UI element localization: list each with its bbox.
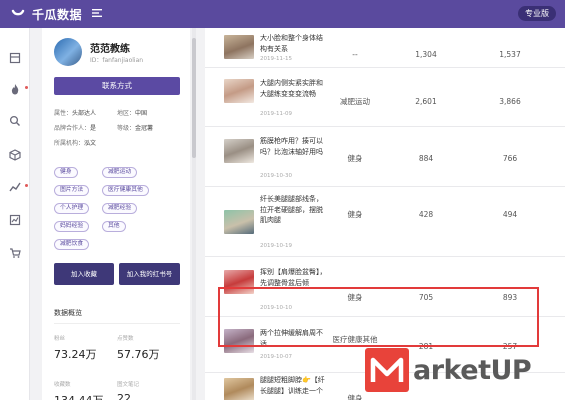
highlight-box xyxy=(218,287,539,347)
analysis-icon[interactable] xyxy=(9,214,21,226)
left-nav xyxy=(0,28,30,400)
menu-toggle-icon[interactable] xyxy=(91,7,103,19)
tag-medical-health-other[interactable]: 医疗健康其他 xyxy=(102,185,149,196)
attribute-level: 等级：金冠薯 xyxy=(117,125,154,132)
app-name: 千瓜数据 xyxy=(32,8,83,22)
table-row[interactable]: 大腿内侧实紧实胖和大腿练变变变流畅 2019-11-09 减肥运动 2,601 … xyxy=(205,68,565,127)
tag-other[interactable]: 其他 xyxy=(102,221,126,232)
note-date: 2019-11-09 xyxy=(260,111,292,117)
attribute-type: 属性：头部达人 xyxy=(54,110,97,117)
note-title[interactable]: 纤长美腿腿部线条，拉开老硬腿部，摆脱肌肉腿 xyxy=(260,194,328,226)
search-icon[interactable] xyxy=(9,115,21,127)
note-category: 健身 xyxy=(347,154,363,163)
note-value-a: 1,304 xyxy=(415,50,437,59)
note-value-b: 1,537 xyxy=(499,50,521,59)
tag-weight-loss-experience[interactable]: 减肥经验 xyxy=(102,203,138,214)
stat-fans-label: 粉丝 xyxy=(54,336,66,342)
note-value-b: 3,866 xyxy=(499,97,521,106)
note-value-a: 2,601 xyxy=(415,97,437,106)
add-redbook-button[interactable]: 加入我的红书号 xyxy=(119,263,180,285)
flame-icon[interactable] xyxy=(9,83,21,95)
overview-title: 数据概览 xyxy=(54,309,82,317)
attribute-brand-partner: 品牌合作人：是 xyxy=(54,125,97,132)
avatar xyxy=(54,38,82,66)
table-row[interactable]: 大小脸和整个身体结构有关系 2019-11-15 -- 1,304 1,537 xyxy=(205,28,565,68)
profile-panel: 范范教练 ID：fanfanjiaolian 联系方式 属性：头部达人 地区：中… xyxy=(42,28,190,400)
chart-icon[interactable] xyxy=(9,181,21,193)
stat-notes-value: 22 xyxy=(117,392,131,400)
stat-likes-value: 57.76万 xyxy=(117,348,160,361)
attribute-agency: 所属机构：泓文 xyxy=(54,140,97,147)
watermark-logo xyxy=(365,348,409,392)
tag-fitness[interactable]: 健身 xyxy=(54,167,78,178)
stat-notes-label: 图文笔记 xyxy=(117,382,140,388)
table-row[interactable]: 筋膜枪咋用？揍可以吗？比泡沫轴好用吗 2019-10-30 健身 884 766 xyxy=(205,127,565,187)
nav-alert-dot xyxy=(25,184,28,187)
note-thumbnail[interactable] xyxy=(224,210,254,234)
note-value-b: 494 xyxy=(502,210,518,219)
note-date: 2019-10-19 xyxy=(260,243,292,249)
tag-weight-loss-exercise[interactable]: 减肥运动 xyxy=(102,167,138,178)
note-value-a: 884 xyxy=(418,154,434,163)
dashboard-icon[interactable] xyxy=(9,52,21,64)
stat-collects-value: 134.44万 xyxy=(54,392,104,400)
note-category: -- xyxy=(352,50,358,59)
logo-icon xyxy=(11,9,25,16)
note-date: 2019-11-15 xyxy=(260,56,292,62)
note-thumbnail[interactable] xyxy=(224,378,254,400)
tag-diet[interactable]: 减肥饮食 xyxy=(54,239,90,250)
note-category: 减肥运动 xyxy=(340,97,370,106)
contact-button[interactable]: 联系方式 xyxy=(54,77,180,95)
table-row[interactable]: 纤长美腿腿部线条，拉开老硬腿部，摆脱肌肉腿 2019-10-19 健身 428 … xyxy=(205,187,565,257)
scroll-thumb[interactable] xyxy=(192,38,196,158)
note-thumbnail[interactable] xyxy=(224,139,254,163)
note-date: 2019-10-07 xyxy=(260,354,292,360)
stat-likes-label: 点赞数 xyxy=(117,336,134,342)
stat-fans-value: 73.24万 xyxy=(54,348,97,361)
stat-collects-label: 收藏数 xyxy=(54,382,71,388)
note-thumbnail[interactable] xyxy=(224,35,254,59)
cart-icon[interactable] xyxy=(9,247,21,259)
profile-name: 范范教练 xyxy=(90,44,130,55)
nav-alert-dot xyxy=(25,86,28,89)
note-title[interactable]: 腿腿短粗脚脖👉【纤长腿腿】训练走一个 xyxy=(260,375,328,396)
divider xyxy=(54,323,180,324)
profile-id: ID：fanfanjiaolian xyxy=(90,57,144,64)
note-value-a: 428 xyxy=(418,210,434,219)
tag-personal-care[interactable]: 个人护理 xyxy=(54,203,90,214)
watermark-text: arketUP xyxy=(413,355,532,386)
tag-picture-method[interactable]: 图片方法 xyxy=(54,185,90,196)
note-date: 2019-10-30 xyxy=(260,173,292,179)
note-title[interactable]: 大小脸和整个身体结构有关系 xyxy=(260,33,328,54)
note-title[interactable]: 挥别【肩爆脸盆臀】，先调整骨盆后倾 xyxy=(260,267,328,288)
note-category: 健身 xyxy=(347,394,363,400)
top-bar: 千瓜数据 专业版 xyxy=(0,0,565,28)
box-icon[interactable] xyxy=(9,149,21,161)
m-logo-icon xyxy=(370,357,404,382)
note-category: 健身 xyxy=(347,210,363,219)
note-title[interactable]: 筋膜枪咋用？揍可以吗？比泡沫轴好用吗 xyxy=(260,136,328,157)
scrollbar[interactable] xyxy=(192,28,196,400)
attribute-region: 地区：中国 xyxy=(117,110,148,117)
add-favorite-button[interactable]: 加入收藏 xyxy=(54,263,114,285)
note-thumbnail[interactable] xyxy=(224,79,254,103)
note-value-b: 766 xyxy=(502,154,518,163)
pro-version-badge[interactable]: 专业版 xyxy=(518,6,556,21)
note-title[interactable]: 大腿内侧实紧实胖和大腿练变变变流畅 xyxy=(260,78,328,99)
tag-mom-experience[interactable]: 妈妈经验 xyxy=(54,221,90,232)
